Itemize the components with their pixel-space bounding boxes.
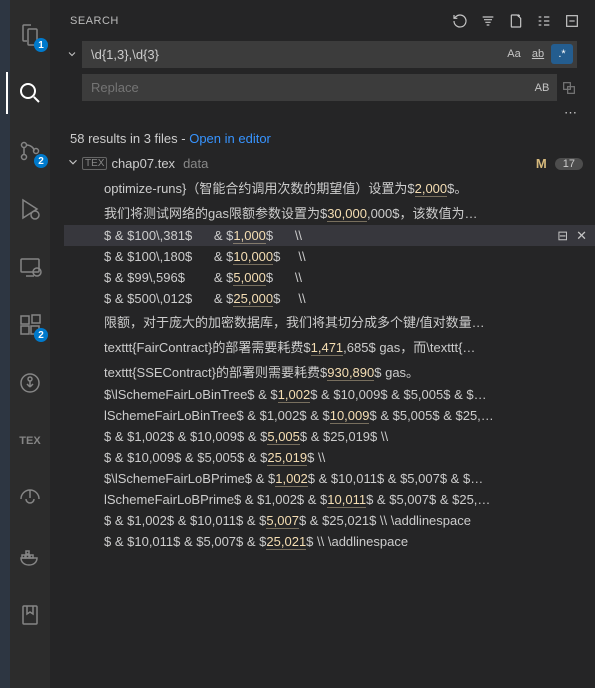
explorer-badge: 1 (34, 38, 48, 52)
search-result-line[interactable]: optimize-runs}（智能合约调用次数的期望值）设置为$2,000$。 (64, 175, 595, 200)
preserve-case-toggle[interactable]: AB (531, 78, 553, 98)
search-result-line[interactable]: texttt{SSEContract}的部署则需要耗费$930,890$ gas… (64, 359, 595, 384)
file-row[interactable]: TEX chap07.tex data M 17 (64, 152, 595, 175)
search-result-line[interactable]: $ & $100\,381$ & $1,000$ \\⊟✕ (64, 225, 595, 246)
open-in-editor-link[interactable]: Open in editor (189, 131, 271, 146)
search-sidebar: SEARCH Aa ab .* (50, 0, 595, 688)
sidebar-header: SEARCH (50, 0, 595, 40)
search-result-line[interactable]: $ & $10,011$ & $5,007$ & $25,021$ \\ \ad… (64, 531, 595, 552)
refresh-icon[interactable] (449, 10, 471, 32)
toggle-details-icon[interactable]: ⋯ (564, 105, 577, 120)
replace-all-icon[interactable] (561, 74, 577, 101)
search-result-line[interactable]: lSchemeFairLoBPrime$ & $1,002$ & $10,011… (64, 489, 595, 510)
explorer-icon[interactable]: 1 (6, 14, 54, 56)
docker-icon[interactable] (6, 536, 54, 578)
file-status: M (536, 156, 547, 171)
gitkraken-icon[interactable] (6, 478, 54, 520)
file-match-count: 17 (555, 158, 583, 170)
extensions-icon[interactable]: 2 (6, 304, 54, 346)
remote-explorer-icon[interactable] (6, 246, 54, 288)
search-icon[interactable] (6, 72, 54, 114)
scm-badge: 2 (34, 154, 48, 168)
gitlens-icon[interactable] (6, 362, 54, 404)
dismiss-icon[interactable]: ⊟ (557, 228, 568, 244)
collapse-icon[interactable] (561, 10, 583, 32)
toggle-replace-icon[interactable] (64, 40, 80, 68)
search-result-line[interactable]: 限额，对于庞大的加密数据库，我们将其切分成多个键/值对数量… (64, 309, 595, 334)
activity-bar: 1 2 2 TEX (0, 0, 50, 688)
file-name: chap07.tex (111, 156, 175, 171)
regex-toggle[interactable]: .* (551, 44, 573, 64)
source-control-icon[interactable]: 2 (6, 130, 54, 172)
search-result-line[interactable]: $\lSchemeFairLoBinTree$ & $1,002$ & $10,… (64, 384, 595, 405)
new-editor-icon[interactable] (505, 10, 527, 32)
chevron-down-icon[interactable] (66, 155, 82, 172)
extensions-badge: 2 (34, 328, 48, 342)
view-tree-icon[interactable] (533, 10, 555, 32)
search-result-line[interactable]: $ & $1,002$ & $10,009$ & $5,005$ & $25,0… (64, 426, 595, 447)
whole-word-toggle[interactable]: ab (527, 44, 549, 64)
bookmark-icon[interactable] (6, 594, 54, 636)
search-result-line[interactable]: lSchemeFairLoBinTree$ & $1,002$ & $10,00… (64, 405, 595, 426)
search-result-line[interactable]: $ & $100\,180$ & $10,000$ \\ (64, 246, 595, 267)
tex-file-icon: TEX (82, 157, 107, 170)
results-tree: TEX chap07.tex data M 17 optimize-runs}（… (50, 152, 595, 552)
match-case-toggle[interactable]: Aa (503, 44, 525, 64)
search-result-line[interactable]: $ & $1,002$ & $10,011$ & $5,007$ & $25,0… (64, 510, 595, 531)
replace-input[interactable] (82, 74, 557, 101)
run-debug-icon[interactable] (6, 188, 54, 230)
clear-icon[interactable] (477, 10, 499, 32)
sidebar-title: SEARCH (70, 15, 449, 27)
results-summary: 58 results in 3 files - Open in editor (50, 121, 595, 152)
search-result-line[interactable]: 我们将测试网络的gas限额参数设置为$30,000,000$，该数值为… (64, 200, 595, 225)
search-result-line[interactable]: $ & $99\,596$ & $5,000$ \\ (64, 267, 595, 288)
search-result-line[interactable]: texttt{FairContract}的部署需要耗费$1,471,685$ g… (64, 334, 595, 359)
search-result-line[interactable]: $ & $10,009$ & $5,005$ & $25,019$ \\ (64, 447, 595, 468)
latex-icon[interactable]: TEX (6, 420, 54, 462)
file-folder: data (183, 156, 208, 171)
close-icon[interactable]: ✕ (576, 228, 587, 244)
search-result-line[interactable]: $\lSchemeFairLoBPrime$ & $1,002$ & $10,0… (64, 468, 595, 489)
search-result-line[interactable]: $ & $500\,012$ & $25,000$ \\ (64, 288, 595, 309)
